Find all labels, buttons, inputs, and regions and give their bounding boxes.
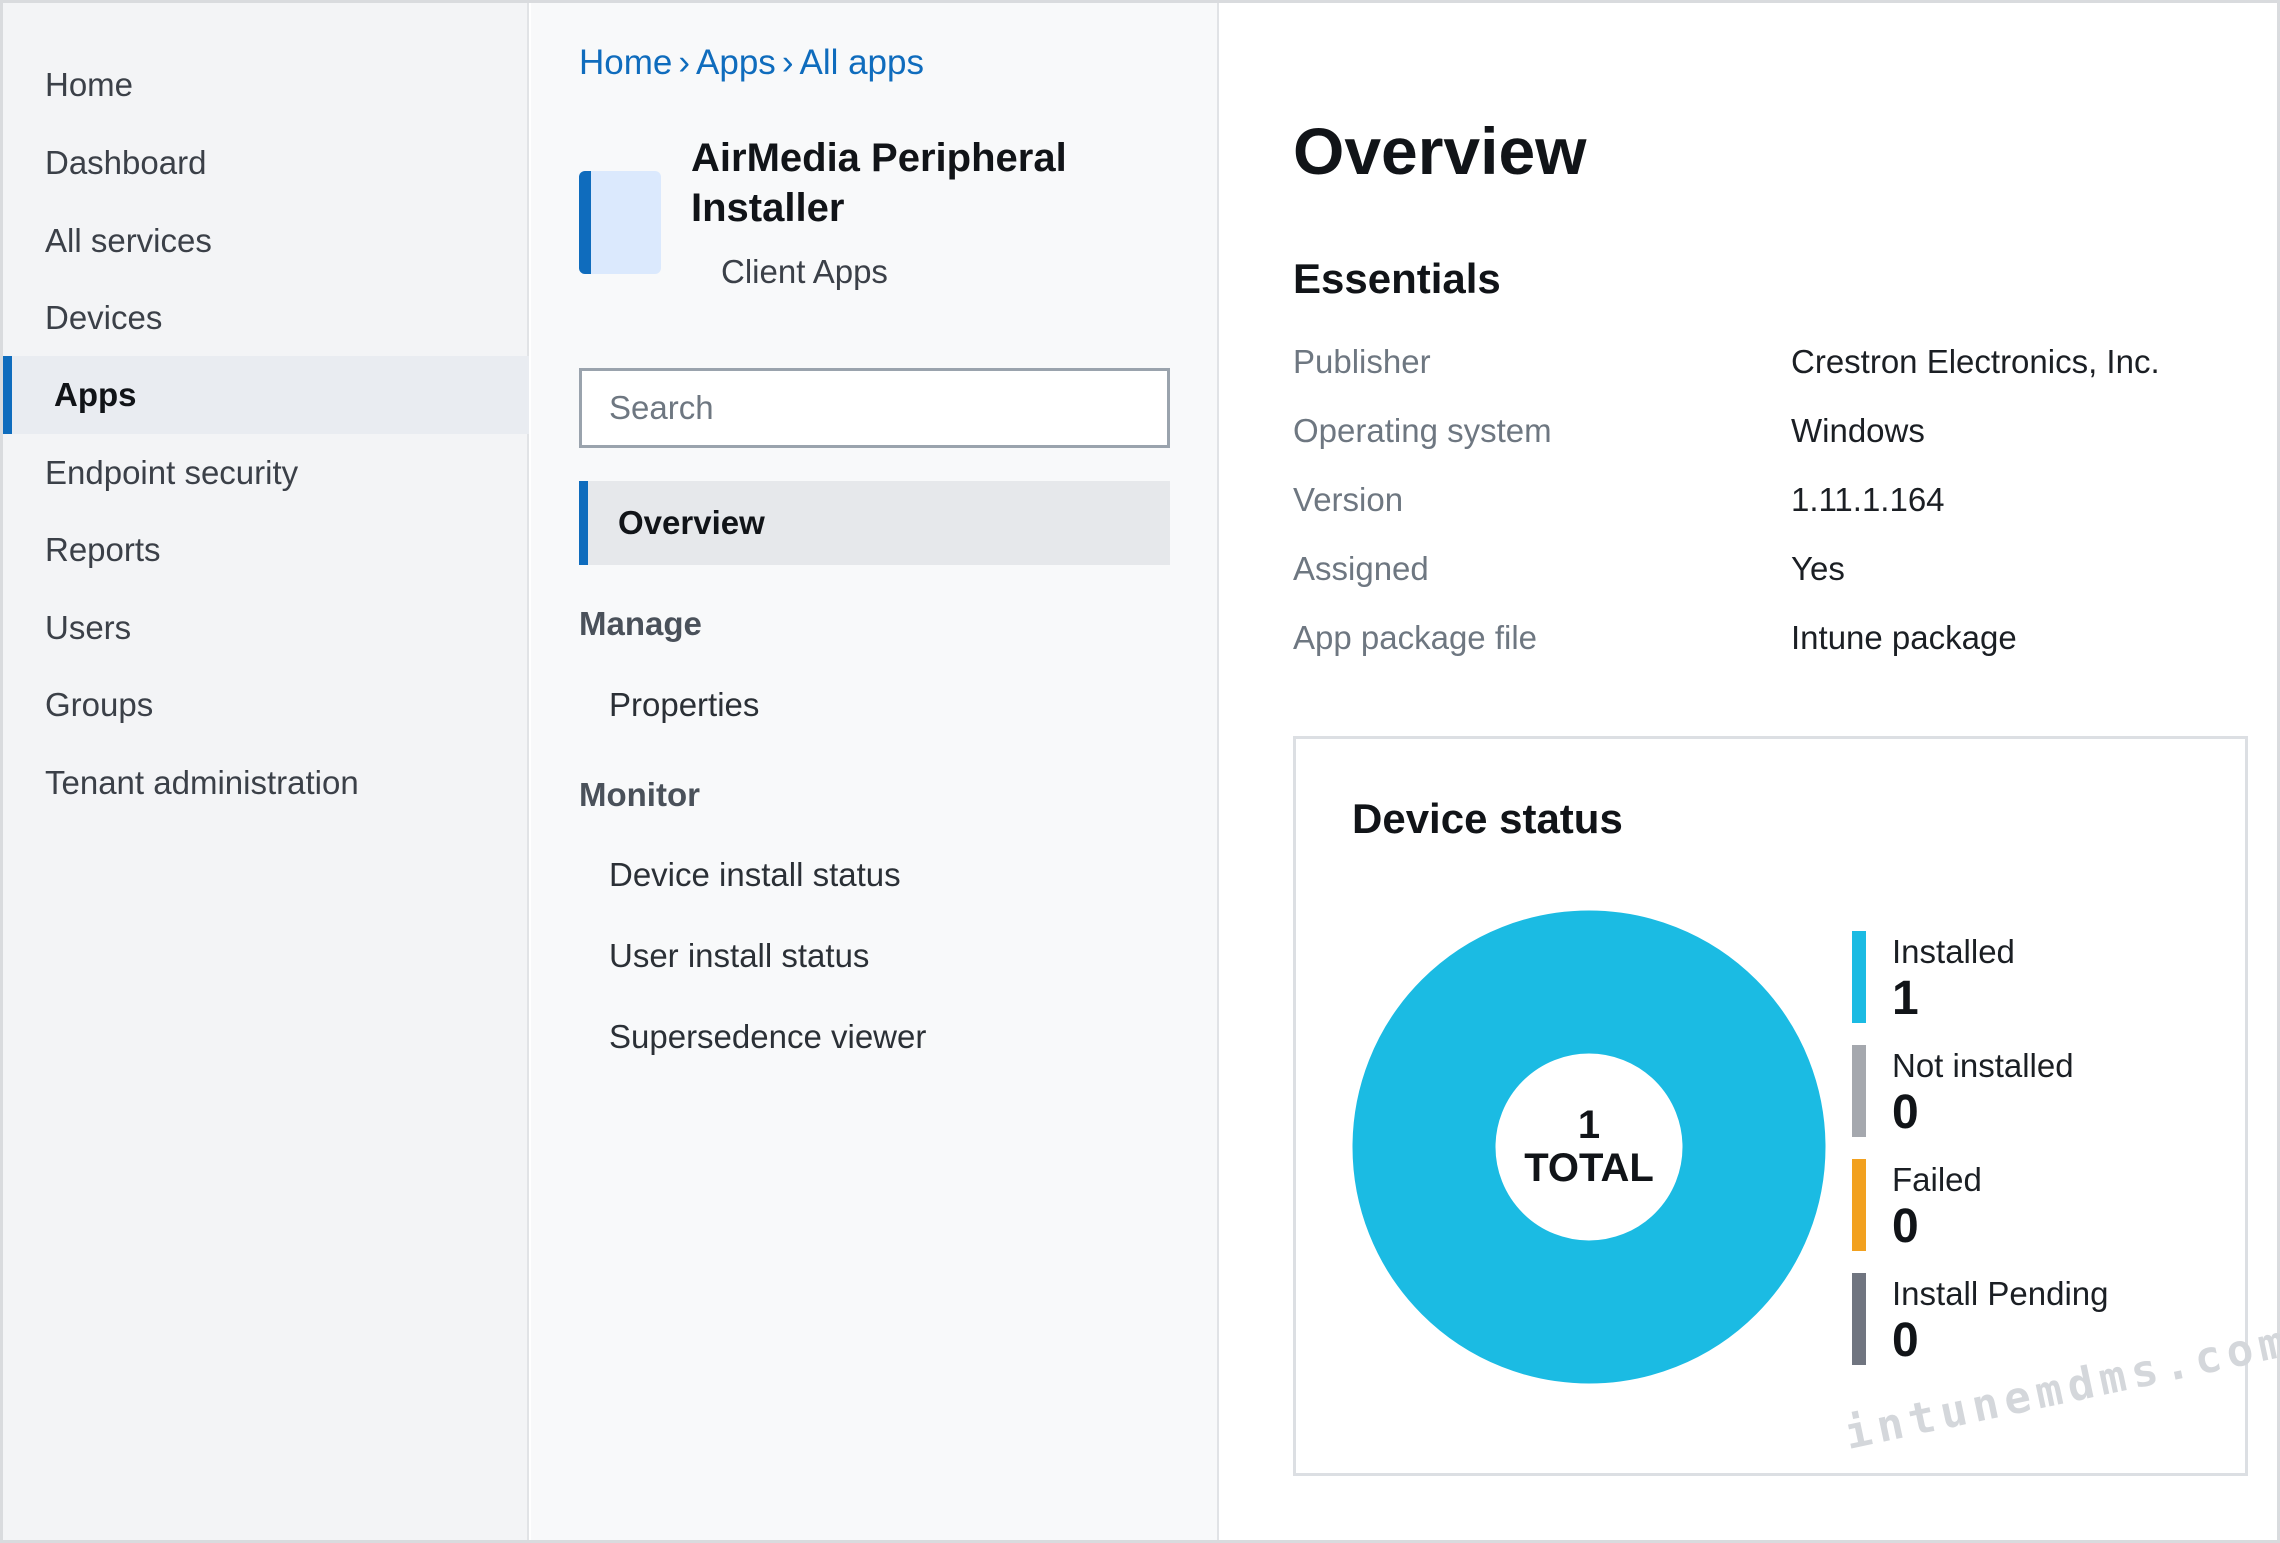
nav-item-devices[interactable]: Devices xyxy=(3,279,529,357)
breadcrumb-all-apps[interactable]: All apps xyxy=(799,43,924,82)
nav-item-apps[interactable]: Apps xyxy=(3,356,529,434)
legend-value-failed: 0 xyxy=(1892,1200,1919,1253)
breadcrumb-separator: › xyxy=(678,43,691,82)
main-content: Overview Essentials Publisher Crestron E… xyxy=(1221,3,2277,1540)
legend-swatch-failed xyxy=(1852,1159,1866,1251)
section-label-manage: Manage xyxy=(579,605,702,642)
essentials-label-assigned: Assigned xyxy=(1293,550,1429,587)
nav-item-reports[interactable]: Reports xyxy=(3,511,529,589)
breadcrumb: Home › Apps › All apps xyxy=(579,43,924,83)
essentials-value-app-package-file: Intune package xyxy=(1791,619,2017,656)
menu-item-supersedence-viewer[interactable]: Supersedence viewer xyxy=(609,1018,926,1056)
essentials-label-version: Version xyxy=(1293,481,1404,518)
nav-item-endpoint-security[interactable]: Endpoint security xyxy=(3,434,529,512)
nav-item-users[interactable]: Users xyxy=(3,589,529,667)
donut-center-total: 1 TOTAL xyxy=(1349,907,1829,1387)
left-navigation: Home Dashboard All services Devices Apps… xyxy=(3,3,529,1540)
breadcrumb-home[interactable]: Home xyxy=(579,43,672,82)
nav-item-groups[interactable]: Groups xyxy=(3,666,529,744)
nav-item-all-services[interactable]: All services xyxy=(3,202,529,280)
legend-item-failed[interactable]: Failed 0 xyxy=(1852,1159,2212,1253)
nav-item-dashboard[interactable]: Dashboard xyxy=(3,124,529,202)
menu-item-properties[interactable]: Properties xyxy=(609,686,759,724)
essentials-value-publisher: Crestron Electronics, Inc. xyxy=(1791,343,2160,380)
essentials-label-app-package-file: App package file xyxy=(1293,619,1538,656)
legend-label-install-pending: Install Pending xyxy=(1892,1275,2109,1312)
legend-swatch-not-installed xyxy=(1852,1045,1866,1137)
essentials-value-assigned: Yes xyxy=(1791,550,1845,587)
search-input[interactable] xyxy=(579,368,1170,448)
legend-item-not-installed[interactable]: Not installed 0 xyxy=(1852,1045,2212,1139)
legend-value-not-installed: 0 xyxy=(1892,1086,1919,1139)
nav-item-home[interactable]: Home xyxy=(3,46,529,124)
donut-total-label: TOTAL xyxy=(1524,1146,1654,1190)
breadcrumb-separator: › xyxy=(781,43,794,82)
essentials-label-operating-system: Operating system xyxy=(1293,412,1552,449)
donut-total-value: 1 xyxy=(1577,1103,1601,1147)
legend-value-installed: 1 xyxy=(1892,972,1919,1025)
menu-item-device-install-status[interactable]: Device install status xyxy=(609,856,901,894)
app-menu-panel: Home › Apps › All apps AirMedia Peripheral I… xyxy=(531,3,1219,1540)
menu-item-overview[interactable]: Overview xyxy=(579,481,1170,565)
app-icon xyxy=(579,171,661,274)
legend-label-installed: Installed xyxy=(1892,933,2015,970)
app-subtitle: Client Apps xyxy=(721,253,888,290)
legend-label-not-installed: Not installed xyxy=(1892,1047,2074,1084)
essentials-heading: Essentials xyxy=(1293,255,1501,302)
section-label-monitor: Monitor xyxy=(579,776,700,813)
essentials-value-version: 1.11.1.164 xyxy=(1791,481,1945,518)
device-status-donut: 1 TOTAL xyxy=(1349,907,1829,1387)
legend-swatch-install-pending xyxy=(1852,1273,1866,1365)
app-title: AirMedia Peripheral Installer xyxy=(691,136,1067,230)
page-title: Overview xyxy=(1293,114,1587,188)
breadcrumb-apps[interactable]: Apps xyxy=(696,43,776,82)
legend-value-install-pending: 0 xyxy=(1892,1314,1919,1367)
legend-swatch-installed xyxy=(1852,931,1866,1023)
essentials-label-publisher: Publisher xyxy=(1293,343,1431,380)
legend-item-installed[interactable]: Installed 1 xyxy=(1852,931,2212,1025)
menu-item-user-install-status[interactable]: User install status xyxy=(609,937,869,975)
device-status-title: Device status xyxy=(1352,795,1623,842)
nav-item-tenant-administration[interactable]: Tenant administration xyxy=(3,744,529,822)
essentials-value-operating-system: Windows xyxy=(1791,412,1925,449)
legend-label-failed: Failed xyxy=(1892,1161,1982,1198)
